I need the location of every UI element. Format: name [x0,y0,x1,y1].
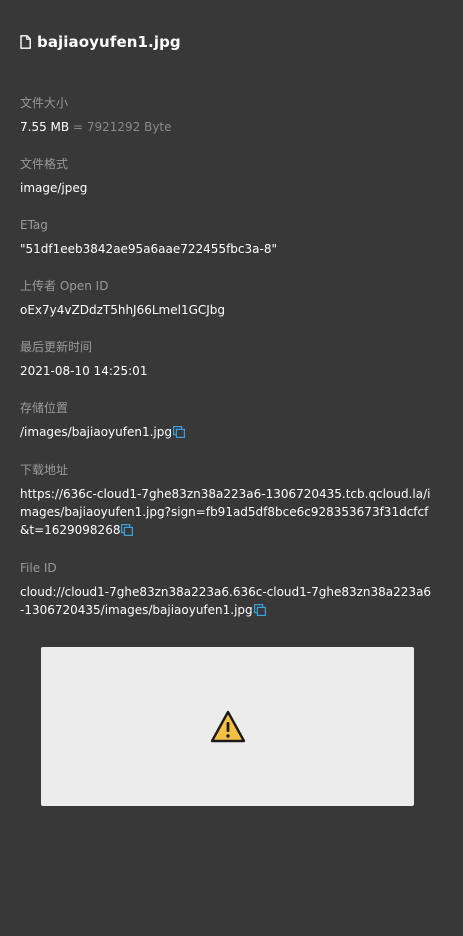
file-id-value-row: cloud://cloud1-7ghe83zn38a223a6.636c-clo… [20,583,433,619]
download-url-value-row: https://636c-cloud1-7ghe83zn38a223a6-130… [20,485,433,539]
etag-label: ETag [20,218,48,232]
field-last-updated: 最后更新时间 2021-08-10 14:25:01 [20,339,433,380]
storage-location-label: 存储位置 [20,401,69,415]
copy-icon[interactable] [253,604,266,616]
field-download-url: 下载地址 https://636c-cloud1-7ghe83zn38a223a… [20,462,433,539]
field-file-size: 文件大小 7.55 MB = 7921292 Byte [20,95,433,136]
uploader-openid-value: oEx7y4vZDdzT5hhJ66Lmel1GCJbg [20,303,226,317]
file-icon [20,35,31,49]
file-title-row: bajiaoyufen1.jpg [20,33,181,51]
copy-icon[interactable] [121,524,134,536]
uploader-openid-label: 上传者 Open ID [20,279,109,293]
file-size-bytes: = 7921292 Byte [72,120,172,134]
file-size-mb: 7.55 MB [20,120,70,134]
etag-value: "51df1eeb3842ae95a6aae722455fbc3a-8" [20,242,277,256]
file-size-value: 7.55 MB = 7921292 Byte [20,118,433,136]
file-id-label: File ID [20,561,57,575]
field-storage-location: 存储位置 /images/bajiaoyufen1.jpg [20,400,433,441]
copy-icon[interactable] [173,426,185,438]
warning-icon [210,710,245,742]
last-updated-label: 最后更新时间 [20,340,93,354]
image-preview-box [41,647,414,806]
storage-location-value: /images/bajiaoyufen1.jpg [20,425,172,439]
file-detail-panel: bajiaoyufen1.jpg 文件大小 7.55 MB = 7921292 … [0,0,463,936]
field-etag: ETag "51df1eeb3842ae95a6aae722455fbc3a-8… [20,217,433,258]
field-file-id: File ID cloud://cloud1-7ghe83zn38a223a6.… [20,560,433,619]
file-size-label: 文件大小 [20,96,69,110]
file-format-label: 文件格式 [20,157,69,171]
file-format-value: image/jpeg [20,181,88,195]
file-name-title: bajiaoyufen1.jpg [37,33,181,51]
storage-location-value-row: /images/bajiaoyufen1.jpg [20,423,433,441]
file-id-value: cloud://cloud1-7ghe83zn38a223a6.636c-clo… [20,585,432,617]
download-url-value: https://636c-cloud1-7ghe83zn38a223a6-130… [20,487,431,537]
field-file-format: 文件格式 image/jpeg [20,156,433,197]
last-updated-value: 2021-08-10 14:25:01 [20,364,148,378]
field-uploader-openid: 上传者 Open ID oEx7y4vZDdzT5hhJ66Lmel1GCJbg [20,278,433,319]
download-url-label: 下载地址 [20,463,69,477]
